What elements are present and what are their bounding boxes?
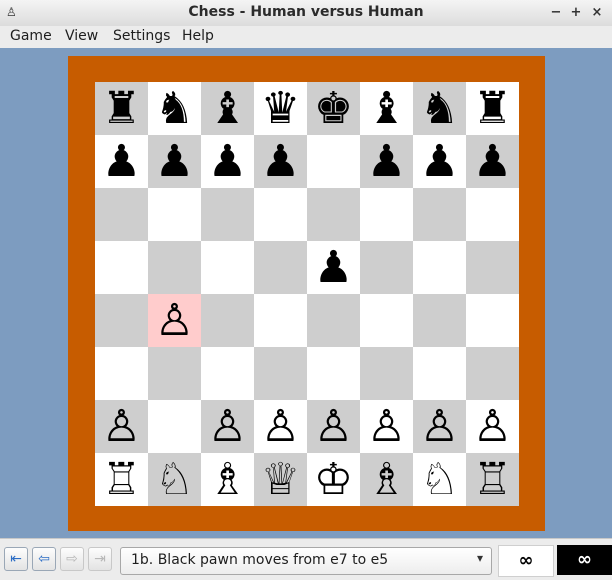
black-queen-icon[interactable]: ♛ xyxy=(254,82,307,135)
square-a4[interactable] xyxy=(95,294,148,347)
square-d6[interactable] xyxy=(254,188,307,241)
white-pawn-icon[interactable]: ♙ xyxy=(254,400,307,453)
black-pawn-icon[interactable]: ♟ xyxy=(201,135,254,188)
black-clock: ∞ xyxy=(557,545,612,575)
black-bishop-icon[interactable]: ♝ xyxy=(201,82,254,135)
square-h4[interactable] xyxy=(466,294,519,347)
square-b2[interactable] xyxy=(148,400,201,453)
square-e6[interactable] xyxy=(307,188,360,241)
move-history-dropdown[interactable]: 1b. Black pawn moves from e7 to e5 ▾ xyxy=(120,547,492,575)
white-bishop-icon[interactable]: ♗ xyxy=(360,453,413,506)
square-e3[interactable] xyxy=(307,347,360,400)
square-d4[interactable] xyxy=(254,294,307,347)
square-c6[interactable] xyxy=(201,188,254,241)
black-king-icon[interactable]: ♚ xyxy=(307,82,360,135)
black-pawn-icon[interactable]: ♟ xyxy=(307,241,360,294)
white-pawn-icon[interactable]: ♙ xyxy=(201,400,254,453)
next-move-icon: ⇨ xyxy=(66,551,78,567)
white-clock: ∞ xyxy=(498,545,554,577)
black-pawn-icon[interactable]: ♟ xyxy=(360,135,413,188)
square-c5[interactable] xyxy=(201,241,254,294)
menu-help[interactable]: Help xyxy=(182,28,214,44)
square-c4[interactable] xyxy=(201,294,254,347)
square-f5[interactable] xyxy=(360,241,413,294)
square-b6[interactable] xyxy=(148,188,201,241)
white-pawn-icon[interactable]: ♙ xyxy=(413,400,466,453)
next-move-button[interactable]: ⇨ xyxy=(60,547,84,571)
previous-move-button[interactable]: ⇦ xyxy=(32,547,56,571)
first-move-button[interactable]: ⇤ xyxy=(4,547,28,571)
square-g6[interactable] xyxy=(413,188,466,241)
square-e7[interactable] xyxy=(307,135,360,188)
white-rook-icon[interactable]: ♖ xyxy=(466,453,519,506)
square-g3[interactable] xyxy=(413,347,466,400)
bottom-toolbar: ⇤ ⇦ ⇨ ⇥ 1b. Black pawn moves from e7 to … xyxy=(0,538,612,580)
black-pawn-icon[interactable]: ♟ xyxy=(413,135,466,188)
square-d5[interactable] xyxy=(254,241,307,294)
square-h5[interactable] xyxy=(466,241,519,294)
black-bishop-icon[interactable]: ♝ xyxy=(360,82,413,135)
square-g5[interactable] xyxy=(413,241,466,294)
minimize-button[interactable]: − xyxy=(547,4,565,22)
square-b3[interactable] xyxy=(148,347,201,400)
white-pawn-icon[interactable]: ♙ xyxy=(466,400,519,453)
square-b5[interactable] xyxy=(148,241,201,294)
menu-bar: Game View Settings Help xyxy=(0,26,612,49)
menu-settings[interactable]: Settings xyxy=(113,28,170,44)
menu-view[interactable]: View xyxy=(65,28,98,44)
menu-game[interactable]: Game xyxy=(10,28,52,44)
black-pawn-icon[interactable]: ♟ xyxy=(95,135,148,188)
white-queen-icon[interactable]: ♕ xyxy=(254,453,307,506)
white-knight-icon[interactable]: ♘ xyxy=(148,453,201,506)
chess-board[interactable]: ♜ ♞ ♝ ♛ ♚ ♝ ♞ ♜ ♟ ♟ ♟ ♟ ♟ ♟ ♟ ♟ ♙ ♙ ♙ ♙ ♙ ♙ ♙ ♙ ♖ ♘ ♗ ♕ ♔ ♗ ♘ ♖ xyxy=(95,82,519,506)
white-pawn-icon[interactable]: ♙ xyxy=(95,400,148,453)
white-pawn-icon[interactable]: ♙ xyxy=(148,294,201,347)
square-a3[interactable] xyxy=(95,347,148,400)
white-rook-icon[interactable]: ♖ xyxy=(95,453,148,506)
black-pawn-icon[interactable]: ♟ xyxy=(466,135,519,188)
square-f4[interactable] xyxy=(360,294,413,347)
white-bishop-icon[interactable]: ♗ xyxy=(201,453,254,506)
first-move-icon: ⇤ xyxy=(10,551,22,567)
window-title: Chess - Human versus Human xyxy=(188,4,424,20)
chevron-down-icon: ▾ xyxy=(476,551,483,565)
last-move-button[interactable]: ⇥ xyxy=(88,547,112,571)
square-f6[interactable] xyxy=(360,188,413,241)
current-move-text: 1b. Black pawn moves from e7 to e5 xyxy=(131,552,389,568)
black-rook-icon[interactable]: ♜ xyxy=(466,82,519,135)
black-pawn-icon[interactable]: ♟ xyxy=(148,135,201,188)
white-knight-icon[interactable]: ♘ xyxy=(413,453,466,506)
white-pawn-icon[interactable]: ♙ xyxy=(307,400,360,453)
black-knight-icon[interactable]: ♞ xyxy=(413,82,466,135)
black-knight-icon[interactable]: ♞ xyxy=(148,82,201,135)
square-e4[interactable] xyxy=(307,294,360,347)
square-h3[interactable] xyxy=(466,347,519,400)
square-g4[interactable] xyxy=(413,294,466,347)
square-f3[interactable] xyxy=(360,347,413,400)
black-rook-icon[interactable]: ♜ xyxy=(95,82,148,135)
maximize-button[interactable]: + xyxy=(567,4,585,22)
square-a6[interactable] xyxy=(95,188,148,241)
white-pawn-icon[interactable]: ♙ xyxy=(360,400,413,453)
previous-move-icon: ⇦ xyxy=(38,551,50,567)
close-button[interactable]: × xyxy=(588,4,606,22)
black-pawn-icon[interactable]: ♟ xyxy=(254,135,307,188)
square-h6[interactable] xyxy=(466,188,519,241)
square-a5[interactable] xyxy=(95,241,148,294)
last-move-icon: ⇥ xyxy=(94,551,106,567)
square-c3[interactable] xyxy=(201,347,254,400)
square-d3[interactable] xyxy=(254,347,307,400)
title-bar: ♙ Chess - Human versus Human − + × xyxy=(0,0,612,27)
white-king-icon[interactable]: ♔ xyxy=(307,453,360,506)
